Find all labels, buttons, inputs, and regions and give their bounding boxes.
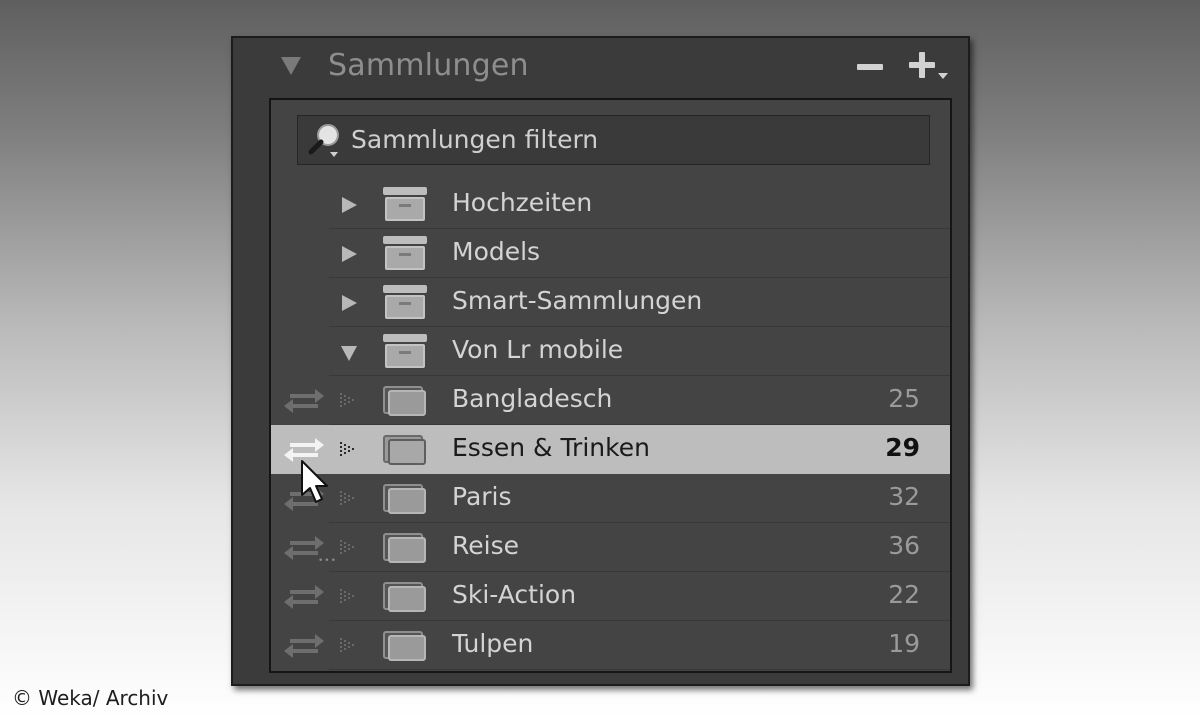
expand-triangle-right-icon[interactable] [342, 295, 357, 311]
sync-icon[interactable] [284, 585, 324, 609]
collection-target-icon [340, 540, 358, 556]
collection-label: Reise [452, 531, 519, 560]
collection-set-label: Von Lr mobile [452, 335, 624, 364]
collection-icon [383, 484, 426, 514]
collection-set-label: Hochzeiten [452, 188, 593, 217]
collection-set-icon [383, 236, 427, 270]
sync-icon[interactable] [284, 634, 324, 658]
collection-icon [383, 631, 426, 661]
collection-set-row[interactable]: Models [271, 229, 950, 278]
collection-row[interactable]: ••• Reise 36 [271, 523, 950, 572]
disclosure-triangle-down-icon[interactable] [281, 57, 301, 75]
collection-label: Paris [452, 482, 512, 511]
collection-set-icon [383, 334, 427, 368]
collection-label: Tulpen [452, 629, 534, 658]
collection-icon [383, 582, 426, 612]
collection-target-icon [340, 491, 358, 507]
collection-target-icon [340, 393, 358, 409]
collection-row[interactable]: Ski-Action 22 [271, 572, 950, 621]
collection-label: Ski-Action [452, 580, 577, 609]
collection-set-row[interactable]: Hochzeiten [271, 180, 950, 229]
collection-set-row[interactable]: Von Lr mobile [271, 327, 950, 376]
dropdown-triangle-icon [938, 73, 948, 79]
collection-icon [383, 386, 426, 416]
remove-collection-button[interactable] [855, 60, 885, 74]
collection-set-icon [383, 187, 427, 221]
filter-placeholder: Sammlungen filtern [351, 125, 599, 154]
photo-count: 22 [888, 580, 920, 609]
collection-row[interactable]: Paris 32 [271, 474, 950, 523]
photo-count: 29 [885, 433, 920, 462]
collection-target-icon [340, 638, 358, 654]
collection-target-icon [340, 442, 358, 458]
photo-count: 25 [888, 384, 920, 413]
collections-panel: Sammlungen Sammlungen filtern Hochzeiten… [231, 36, 970, 686]
collection-target-icon [340, 589, 358, 605]
collection-icon [383, 533, 426, 563]
collection-row[interactable]: Tulpen 19 [271, 621, 950, 670]
expand-triangle-right-icon[interactable] [342, 246, 357, 262]
expand-triangle-down-icon[interactable] [341, 346, 357, 361]
collection-icon [383, 435, 426, 465]
collection-label: Essen & Trinken [452, 433, 650, 462]
photo-count: 19 [888, 629, 920, 658]
collection-filter-input[interactable]: Sammlungen filtern [297, 115, 930, 165]
search-icon [308, 124, 339, 157]
collection-set-label: Models [452, 237, 541, 266]
photo-count: 36 [888, 531, 920, 560]
collection-label: Bangladesch [452, 384, 613, 413]
panel-title: Sammlungen [328, 48, 529, 83]
image-credit: © Weka/ Archiv [12, 686, 169, 710]
expand-triangle-right-icon[interactable] [342, 197, 357, 213]
collection-set-row[interactable]: Smart-Sammlungen [271, 278, 950, 327]
collections-list: Sammlungen filtern Hochzeiten Models Sma… [269, 98, 952, 673]
collection-set-label: Smart-Sammlungen [452, 286, 703, 315]
collection-set-icon [383, 285, 427, 319]
panel-header[interactable]: Sammlungen [233, 38, 968, 98]
sync-icon[interactable] [284, 389, 324, 413]
sync-pending-icon[interactable]: ••• [284, 536, 336, 566]
mouse-cursor-icon [301, 460, 328, 503]
collection-row[interactable]: Essen & Trinken 29 [271, 425, 950, 474]
collection-row[interactable]: Bangladesch 25 [271, 376, 950, 425]
photo-count: 32 [888, 482, 920, 511]
add-collection-button[interactable] [907, 50, 951, 84]
